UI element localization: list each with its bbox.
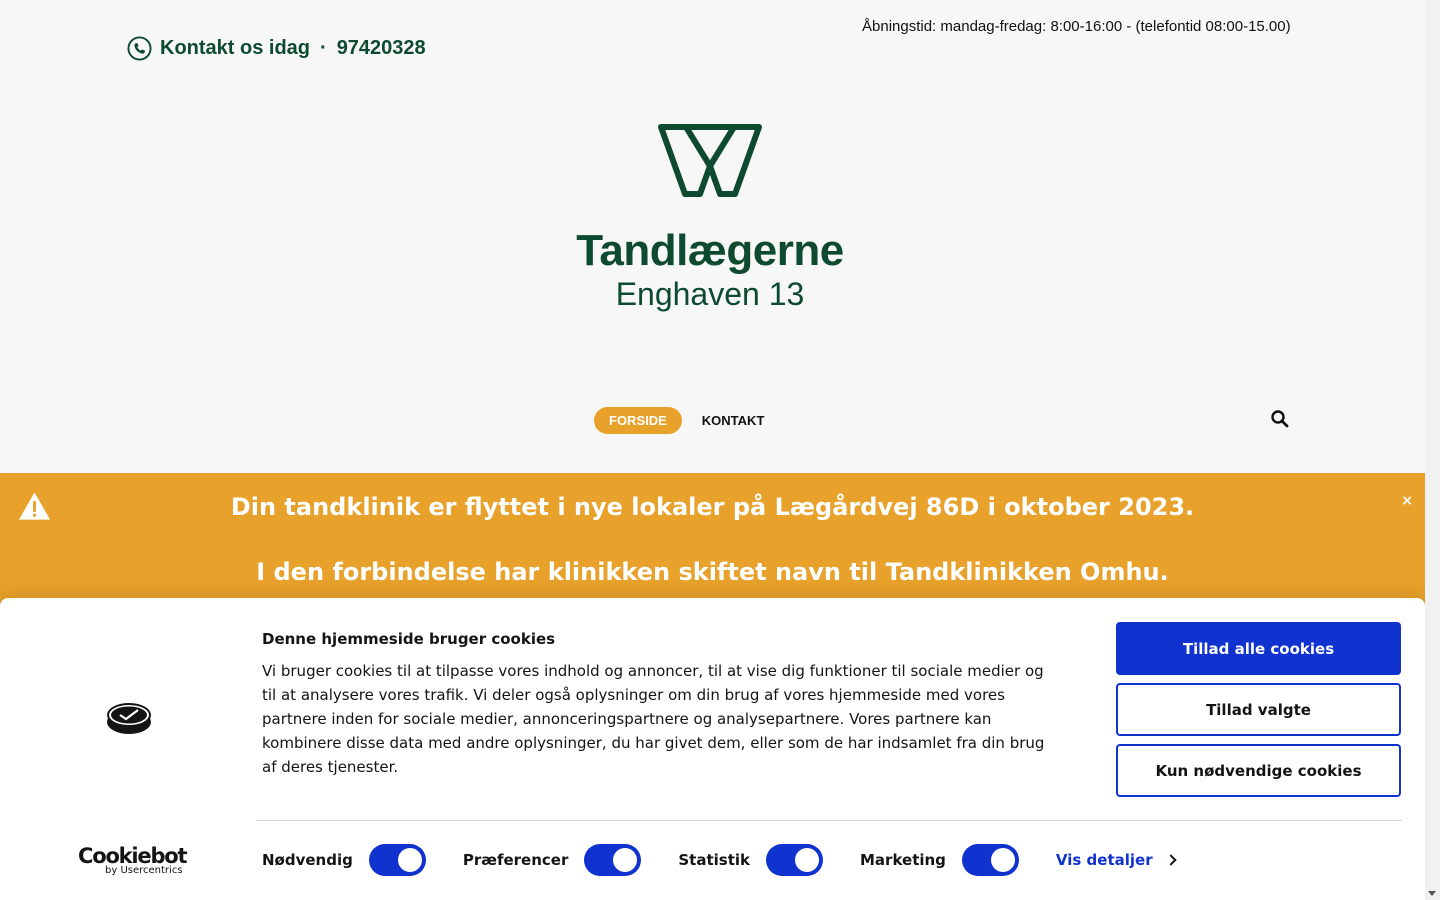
- toggle-label-statistics: Statistik: [678, 851, 750, 869]
- logo-mark-icon: [658, 124, 762, 197]
- toggle-group-preferences: Præferencer: [463, 844, 642, 876]
- site-logo[interactable]: Tandlægerne Enghaven 13: [560, 122, 860, 332]
- cookie-toggles: Nødvendig Præferencer Statistik Marketin…: [262, 844, 1177, 876]
- phone-icon: [127, 36, 152, 61]
- necessary-only-button[interactable]: Kun nødvendige cookies: [1116, 744, 1401, 797]
- opening-hours: Åbningstid: mandag-fredag: 8:00-16:00 - …: [862, 18, 1291, 35]
- cookie-description: Vi bruger cookies til at tilpasse vores …: [262, 662, 1045, 776]
- cookiebot-byline: by Usercentrics: [105, 865, 183, 876]
- phone-number[interactable]: 97420328: [337, 37, 426, 60]
- toggle-group-statistics: Statistik: [678, 844, 823, 876]
- contact-separator: ·: [320, 37, 327, 59]
- show-details-link[interactable]: Vis detaljer: [1055, 851, 1177, 869]
- contact-link[interactable]: Kontakt os idag · 97420328: [127, 36, 426, 61]
- toggle-statistics[interactable]: [766, 844, 823, 876]
- banner-line-1: Din tandklinik er flyttet i nye lokaler …: [230, 493, 1195, 521]
- toggle-label-necessary: Nødvendig: [262, 851, 353, 869]
- cookie-consent-dialog: Cookiebot by Usercentrics Denne hjemmesi…: [0, 598, 1425, 900]
- show-details-label: Vis detaljer: [1055, 851, 1153, 869]
- nav-item-kontakt[interactable]: KONTAKT: [682, 407, 780, 434]
- contact-label: Kontakt os idag: [160, 37, 311, 59]
- scroll-down-arrow-icon[interactable]: [1428, 891, 1436, 896]
- toggle-necessary[interactable]: [368, 844, 426, 876]
- cookiebot-logo-icon: [107, 703, 151, 734]
- toggle-knob: [990, 848, 1015, 872]
- toggle-label-preferences: Præferencer: [462, 851, 569, 869]
- banner-line-2: I den forbindelse har klinikken skiftet …: [256, 558, 1169, 586]
- toggle-marketing[interactable]: [961, 844, 1019, 876]
- toggle-knob: [795, 848, 819, 872]
- page-scrollbar[interactable]: [1425, 0, 1440, 900]
- search-icon[interactable]: [1270, 409, 1290, 429]
- page: Kontakt os idag · 97420328 Åbningstid: m…: [0, 0, 1425, 900]
- chevron-right-icon: [1164, 854, 1177, 866]
- toggle-group-marketing: Marketing: [860, 844, 1019, 876]
- toggle-group-necessary: Nødvendig: [262, 844, 426, 876]
- allow-all-cookies-button[interactable]: Tillad alle cookies: [1116, 622, 1401, 675]
- cookie-divider: [256, 820, 1402, 821]
- logo-name: Tandlægerne: [576, 226, 844, 275]
- main-nav: FORSIDE KONTAKT: [594, 407, 779, 434]
- toggle-knob: [613, 848, 638, 872]
- nav-item-forside[interactable]: FORSIDE: [594, 407, 682, 434]
- toggle-label-marketing: Marketing: [860, 851, 946, 869]
- allow-selected-button[interactable]: Tillad valgte: [1116, 683, 1401, 736]
- logo-subtitle: Enghaven 13: [615, 276, 805, 312]
- cookie-title: Denne hjemmeside bruger cookies: [262, 630, 556, 648]
- toggle-preferences[interactable]: [584, 844, 642, 876]
- toggle-knob: [397, 848, 422, 872]
